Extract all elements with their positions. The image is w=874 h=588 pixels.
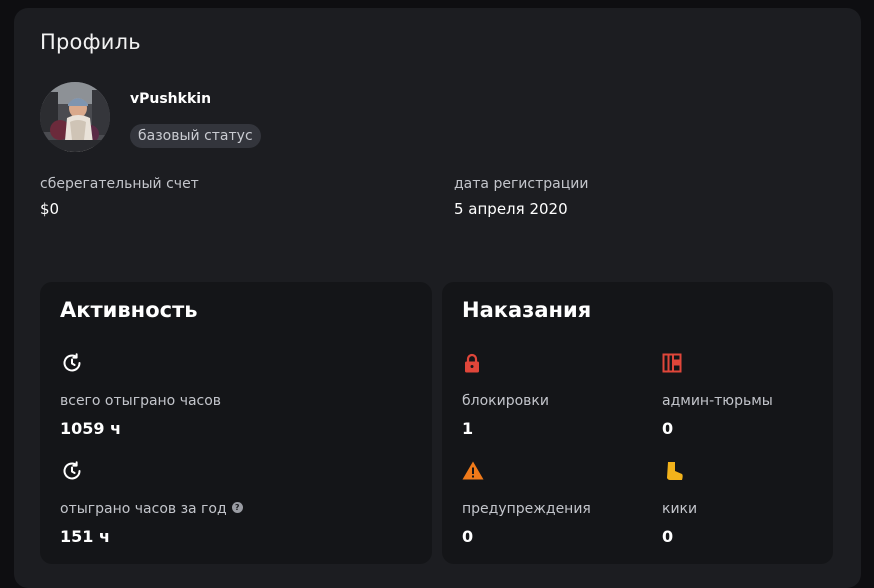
bans-value: 1 bbox=[462, 419, 474, 438]
page-title: Профиль bbox=[40, 30, 141, 54]
boot-icon bbox=[667, 462, 683, 480]
profile-panel: Профиль vPushkkin базовый статус сберега… bbox=[14, 8, 861, 588]
activity-title: Активность bbox=[60, 298, 198, 322]
activity-card: Активность всего отыграно часов 1059 ч о… bbox=[40, 282, 432, 564]
warnings-label: предупреждения bbox=[462, 501, 591, 517]
warning-icon bbox=[462, 461, 484, 480]
status-badge: базовый статус bbox=[130, 124, 261, 148]
username: vPushkkin bbox=[130, 91, 212, 107]
total-hours-value: 1059 ч bbox=[60, 419, 122, 438]
registration-value: 5 апреля 2020 bbox=[454, 200, 568, 218]
registration-label: дата регистрации bbox=[454, 176, 589, 192]
clock-icon bbox=[63, 461, 81, 480]
kicks-label: кики bbox=[662, 501, 698, 517]
jails-label: админ-тюрьмы bbox=[662, 393, 773, 409]
year-hours-label-wrap: отыграно часов за год? bbox=[60, 501, 243, 517]
lock-icon bbox=[465, 353, 479, 373]
jail-icon bbox=[662, 353, 682, 373]
jails-value: 0 bbox=[662, 419, 674, 438]
punishments-card: Наказания блокировки 1 админ-тюрьмы 0 пр… bbox=[442, 282, 833, 564]
year-hours-label: отыграно часов за год bbox=[60, 501, 227, 517]
avatar[interactable] bbox=[40, 82, 110, 152]
savings-value: $0 bbox=[40, 200, 60, 218]
warnings-value: 0 bbox=[462, 527, 474, 546]
clock-icon bbox=[63, 353, 81, 372]
kicks-value: 0 bbox=[662, 527, 674, 546]
punishments-title: Наказания bbox=[462, 298, 592, 322]
help-icon[interactable]: ? bbox=[231, 502, 243, 513]
year-hours-value: 151 ч bbox=[60, 527, 110, 546]
savings-label: сберегательный счет bbox=[40, 176, 199, 192]
bans-label: блокировки bbox=[462, 393, 549, 409]
total-hours-label: всего отыграно часов bbox=[60, 393, 222, 409]
